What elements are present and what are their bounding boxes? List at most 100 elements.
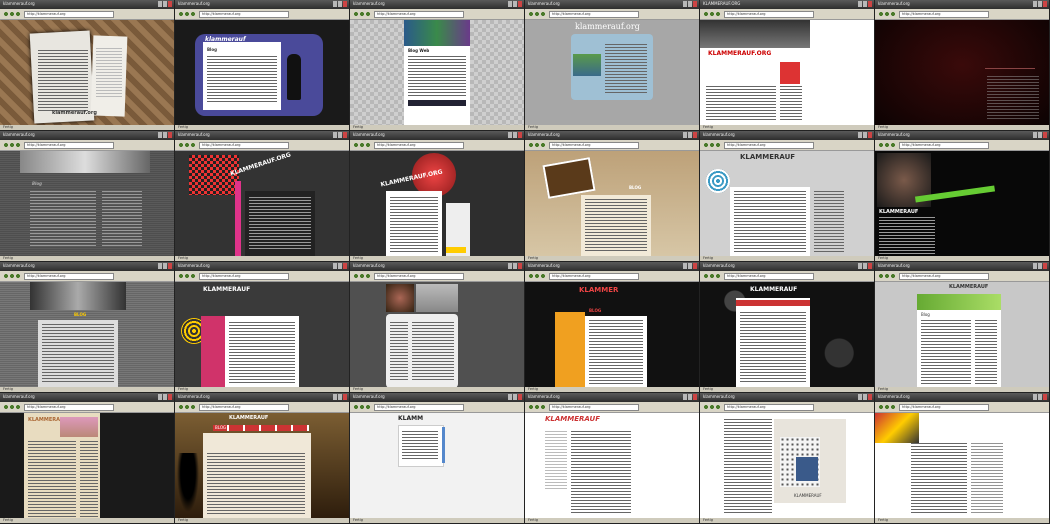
nav-buttons[interactable] — [703, 11, 721, 17]
window-buttons[interactable] — [858, 263, 872, 269]
nav-buttons[interactable] — [878, 142, 896, 148]
blue-scrollbar[interactable] — [442, 427, 445, 463]
url-field[interactable]: http://klammerauf.org — [199, 273, 289, 280]
window-buttons[interactable] — [683, 1, 697, 7]
window-buttons[interactable] — [158, 132, 172, 138]
status-bar: Fertig — [350, 518, 524, 523]
screen-11: klammerauf.org http://klammerauf.org KLA… — [700, 131, 875, 262]
nav-buttons[interactable] — [878, 404, 896, 410]
nav-buttons[interactable] — [353, 11, 371, 17]
url-field[interactable]: http://klammerauf.org — [24, 11, 114, 18]
nav-buttons[interactable] — [353, 404, 371, 410]
nav-buttons[interactable] — [353, 142, 371, 148]
nav-buttons[interactable] — [3, 273, 21, 279]
text-block — [734, 191, 806, 253]
title-bar: klammerauf.org — [0, 393, 174, 402]
screen-8: klammerauf.org http://klammerauf.org KLA… — [175, 131, 350, 262]
nav-buttons[interactable] — [178, 404, 196, 410]
url-field[interactable]: http://klammerauf.org — [899, 273, 989, 280]
url-field[interactable]: http://klammerauf.org — [899, 404, 989, 411]
nav-bar: http://klammerauf.org — [525, 271, 699, 282]
url-field[interactable]: http://klammerauf.org — [24, 273, 114, 280]
nav-buttons[interactable] — [878, 11, 896, 17]
window-buttons[interactable] — [858, 132, 872, 138]
url-field[interactable]: http://klammerauf.org — [374, 142, 464, 149]
page-content: Blog — [0, 151, 174, 261]
status-bar: Fertig — [0, 256, 174, 261]
url-field[interactable]: http://klammerauf.org — [199, 404, 289, 411]
nav-buttons[interactable] — [703, 404, 721, 410]
brand-logo: KLAMMER — [579, 286, 619, 294]
brand-logo: KLAMMERAUF — [203, 286, 251, 293]
nav-buttons[interactable] — [178, 11, 196, 17]
window-buttons[interactable] — [508, 1, 522, 7]
status-bar: Fertig — [875, 256, 1049, 261]
window-buttons[interactable] — [683, 263, 697, 269]
nav-buttons[interactable] — [878, 273, 896, 279]
brand-logo: klammerauf.org — [52, 110, 97, 116]
tab-bar[interactable] — [213, 425, 309, 431]
page-content — [350, 282, 524, 392]
window-buttons[interactable] — [683, 394, 697, 400]
window-buttons[interactable] — [1033, 394, 1047, 400]
url-field[interactable]: http://klammerauf.org — [199, 142, 289, 149]
nav-buttons[interactable] — [528, 11, 546, 17]
nav-bar: http://klammerauf.org — [875, 9, 1049, 20]
url-field[interactable]: http://klammerauf.org — [899, 11, 989, 18]
nav-buttons[interactable] — [703, 142, 721, 148]
nav-buttons[interactable] — [703, 273, 721, 279]
url-field[interactable]: http://klammerauf.org — [24, 404, 114, 411]
window-buttons[interactable] — [333, 132, 347, 138]
window-buttons[interactable] — [858, 1, 872, 7]
url-field[interactable]: http://klammerauf.org — [724, 142, 814, 149]
text-block — [28, 441, 76, 517]
window-buttons[interactable] — [858, 394, 872, 400]
nav-buttons[interactable] — [528, 142, 546, 148]
nav-buttons[interactable] — [528, 404, 546, 410]
url-field[interactable]: http://klammerauf.org — [549, 142, 639, 149]
brand-logo: KLAMM — [398, 415, 424, 422]
nav-buttons[interactable] — [353, 273, 371, 279]
url-field[interactable]: http://klammerauf.org — [199, 11, 289, 18]
section-heading: BLOG — [589, 308, 602, 313]
nav-buttons[interactable] — [3, 404, 21, 410]
window-buttons[interactable] — [333, 1, 347, 7]
text-block — [585, 199, 647, 253]
window-buttons[interactable] — [158, 263, 172, 269]
window-buttons[interactable] — [1033, 1, 1047, 7]
nav-buttons[interactable] — [3, 11, 21, 17]
url-field[interactable]: http://klammerauf.org — [374, 404, 464, 411]
url-field[interactable]: http://klammerauf.org — [374, 273, 464, 280]
city-header — [700, 20, 810, 48]
window-buttons[interactable] — [333, 394, 347, 400]
nav-bar: http://klammerauf.org — [700, 402, 874, 413]
url-field[interactable]: http://klammerauf.org — [724, 11, 814, 18]
window-buttons[interactable] — [508, 132, 522, 138]
url-field[interactable]: http://klammerauf.org — [899, 142, 989, 149]
window-buttons[interactable] — [508, 263, 522, 269]
script-logo — [985, 48, 1035, 69]
nav-buttons[interactable] — [178, 142, 196, 148]
nav-buttons[interactable] — [3, 142, 21, 148]
url-field[interactable]: http://klammerauf.org — [549, 273, 639, 280]
url-field[interactable]: http://klammerauf.org — [724, 404, 814, 411]
window-buttons[interactable] — [508, 394, 522, 400]
nav-buttons[interactable] — [528, 273, 546, 279]
text-block — [207, 453, 305, 515]
url-field[interactable]: http://klammerauf.org — [724, 273, 814, 280]
brand-logo: KLAMMERAUF — [545, 415, 600, 423]
url-field[interactable]: http://klammerauf.org — [374, 11, 464, 18]
tab-blog[interactable]: BLOG — [215, 425, 226, 430]
window-buttons[interactable] — [158, 1, 172, 7]
url-field[interactable]: http://klammerauf.org — [24, 142, 114, 149]
window-buttons[interactable] — [1033, 263, 1047, 269]
window-buttons[interactable] — [1033, 132, 1047, 138]
page-content: KLAMMERAUF — [875, 151, 1049, 261]
url-field[interactable]: http://klammerauf.org — [549, 404, 639, 411]
window-buttons[interactable] — [333, 263, 347, 269]
window-title: klammerauf.org — [178, 263, 210, 268]
window-buttons[interactable] — [158, 394, 172, 400]
window-buttons[interactable] — [683, 132, 697, 138]
nav-buttons[interactable] — [178, 273, 196, 279]
url-field[interactable]: http://klammerauf.org — [549, 11, 639, 18]
